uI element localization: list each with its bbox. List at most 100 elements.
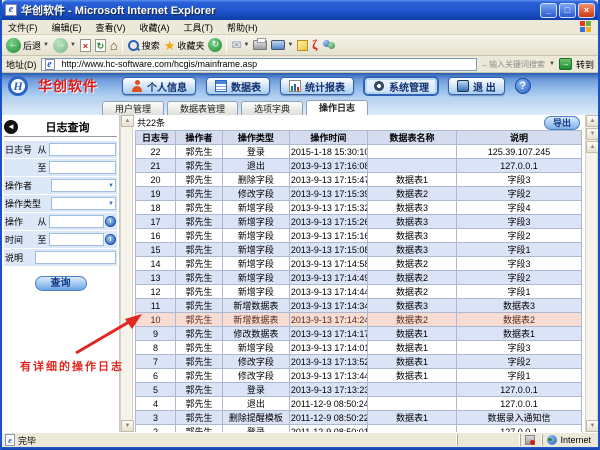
table-row[interactable]: 15郭先生新增字段2013-9-13 17:15:08数据表3字段1 [136, 243, 582, 257]
table-cell: 数据表2 [367, 257, 456, 271]
panel-header: ◄ 日志查询 [4, 117, 117, 137]
table-row[interactable]: 9郭先生修改数据表2013-9-13 17:14:17数据表1数据表1 [136, 327, 582, 341]
table-row[interactable]: 5郭先生登录2013-9-13 17:13:23127.0.0.1 [136, 383, 582, 397]
nav-exit[interactable]: 退 出 [448, 77, 505, 95]
scroll-down-icon[interactable]: ▼ [586, 128, 598, 140]
back-dropdown-icon[interactable]: ▼ [43, 42, 49, 48]
table-row[interactable]: 17郭先生新增字段2013-9-13 17:15:26数据表3字段3 [136, 215, 582, 229]
close-button[interactable]: × [578, 3, 595, 18]
go-label[interactable]: 转到 [576, 58, 594, 71]
discuss-button[interactable] [297, 40, 308, 51]
op-time-to-input[interactable] [49, 233, 104, 246]
browser-window: e 华创软件 - Microsoft Internet Explorer _ □… [0, 0, 600, 450]
table-row[interactable]: 3郭先生删除提醒模板2011-12-9 08:50:22数据表1数据录入通知信 [136, 411, 582, 425]
table-cell: 数据表3 [367, 201, 456, 215]
table-cell: 2013-9-13 17:14:24 [289, 313, 367, 327]
address-input[interactable]: e http://www.hc-software.com/hcgis/mainf… [41, 58, 478, 71]
table-row[interactable]: 20郭先生删除字段2013-9-13 17:15:47数据表1字段3 [136, 173, 582, 187]
menu-item-help[interactable]: 帮助(H) [227, 21, 258, 34]
table-row[interactable]: 21郭先生退出2013-9-13 17:16:08127.0.0.1 [136, 159, 582, 173]
clock-icon[interactable] [105, 234, 116, 245]
nav-data-tables[interactable]: 数据表 [206, 77, 270, 95]
log-id-to-input[interactable] [49, 161, 116, 174]
stop-button[interactable]: × [80, 39, 91, 52]
scroll-up-icon[interactable]: ▲ [586, 115, 598, 127]
forward-dropdown-icon[interactable]: ▼ [70, 42, 76, 48]
table-cell: 新增字段 [222, 285, 289, 299]
back-button[interactable]: ← 后退 ▼ [6, 38, 49, 53]
operator-select[interactable]: ▼ [51, 179, 116, 192]
thunder-button[interactable]: ζ [312, 37, 318, 53]
table-row[interactable]: 16郭先生新增字段2013-9-13 17:15:16数据表3字段2 [136, 229, 582, 243]
query-button[interactable]: 查询 [35, 276, 87, 291]
history-button[interactable]: ↻ [208, 38, 222, 52]
restore-button[interactable]: □ [559, 3, 576, 18]
table-cell: 2011-12-9 08:50:01 [289, 425, 367, 433]
address-dropdown-icon[interactable]: ▼ [549, 61, 555, 67]
table-cell: 郭先生 [176, 299, 223, 313]
table-row[interactable]: 2郭先生登录2011-12-9 08:50:01127.0.0.1 [136, 425, 582, 433]
table-cell: 字段2 [457, 229, 582, 243]
export-button[interactable]: 导出 [544, 116, 580, 130]
mail-button[interactable]: ✉ ▼ [231, 39, 249, 52]
edit-button[interactable]: ▼ [271, 40, 293, 50]
table-row[interactable]: 14郭先生新增字段2013-9-13 17:14:58数据表2字段3 [136, 257, 582, 271]
note-input[interactable] [35, 251, 116, 264]
edit-dropdown-icon[interactable]: ▼ [287, 42, 293, 48]
table-row[interactable]: 18郭先生新增字段2013-9-13 17:15:32数据表3字段4 [136, 201, 582, 215]
refresh-button[interactable]: ↻ [95, 39, 106, 52]
minimize-button[interactable]: _ [540, 3, 557, 18]
collapse-panel-icon[interactable]: ◄ [4, 120, 18, 134]
menu-item-favorites[interactable]: 收藏(A) [140, 21, 170, 34]
tab-user-management[interactable]: 用户管理 [102, 101, 164, 115]
nav-label: 数据表 [231, 79, 261, 94]
table-row[interactable]: 22郭先生登录2015-1-18 15:30:10125.39.107.245 [136, 145, 582, 159]
mail-dropdown-icon[interactable]: ▼ [244, 42, 250, 48]
table-row[interactable]: 11郭先生新增数据表2013-9-13 17:14:34数据表3数据表3 [136, 299, 582, 313]
op-type-select[interactable]: ▼ [51, 197, 116, 210]
scroll-up-icon[interactable]: ▲ [586, 141, 598, 153]
table-cell: 郭先生 [176, 425, 223, 433]
menu-item-view[interactable]: 查看(V) [96, 21, 126, 34]
clock-icon[interactable] [105, 216, 116, 227]
messenger-button[interactable] [322, 39, 336, 51]
table-cell: 字段3 [457, 173, 582, 187]
menu-item-tools[interactable]: 工具(T) [184, 21, 214, 34]
tab-operation-log[interactable]: 操作日志 [306, 100, 368, 115]
nav-system-management[interactable]: 系统管理 [364, 77, 438, 95]
table-row[interactable]: 6郭先生修改字段2013-9-13 17:13:44数据表1字段1 [136, 369, 582, 383]
menu-item-file[interactable]: 文件(F) [8, 21, 38, 34]
table-row[interactable]: 8郭先生新增字段2013-9-13 17:14:01数据表1字段3 [136, 341, 582, 355]
table-row[interactable]: 13郭先生新增字段2013-9-13 17:14:49数据表2字段2 [136, 271, 582, 285]
print-button[interactable] [253, 40, 267, 50]
op-time-from-input[interactable] [49, 215, 104, 228]
chevron-down-icon: ▼ [108, 201, 115, 207]
table-cell: 新增字段 [222, 215, 289, 229]
sidebar-scrollbar[interactable]: ▲ ▼ [120, 115, 133, 432]
nav-personal-info[interactable]: 个人信息 [122, 77, 196, 95]
table-row[interactable]: 12郭先生新增字段2013-9-13 17:14:44数据表2字段1 [136, 285, 582, 299]
search-button[interactable]: 搜索 [127, 39, 160, 52]
table-cell: 郭先生 [176, 341, 223, 355]
zone-label: Internet [560, 435, 591, 445]
menu-item-edit[interactable]: 编辑(E) [52, 21, 82, 34]
home-button[interactable]: ⌂ [110, 39, 118, 52]
table-scrollbar[interactable]: ▲ ▼ ▲ ▼ [585, 115, 598, 432]
table-row[interactable]: 4郭先生退出2011-12-9 08:50:24127.0.0.1 [136, 397, 582, 411]
history-icon: ↻ [208, 38, 222, 52]
scroll-down-icon[interactable]: ▼ [586, 420, 598, 432]
table-row[interactable]: 7郭先生修改字段2013-9-13 17:13:52数据表1字段2 [136, 355, 582, 369]
forward-button[interactable]: → ▼ [53, 38, 76, 53]
table-cell: 删除字段 [222, 173, 289, 187]
discuss-icon [297, 40, 308, 51]
log-id-from-input[interactable] [49, 143, 116, 156]
table-row[interactable]: 10郭先生新增数据表2013-9-13 17:14:24数据表2数据表2 [136, 313, 582, 327]
keyword-search-hint[interactable]: ←输入关键词搜索 [481, 59, 545, 70]
table-row[interactable]: 19郭先生修改字段2013-9-13 17:15:39数据表2字段2 [136, 187, 582, 201]
go-button-icon[interactable]: → [559, 58, 572, 70]
nav-statistics-report[interactable]: 统计报表 [280, 77, 354, 95]
tab-table-management[interactable]: 数据表管理 [167, 101, 238, 115]
help-button[interactable]: ? [515, 78, 531, 94]
favorites-button[interactable]: ★ 收藏夹 [164, 39, 205, 52]
tab-option-dictionary[interactable]: 选项字典 [241, 101, 303, 115]
